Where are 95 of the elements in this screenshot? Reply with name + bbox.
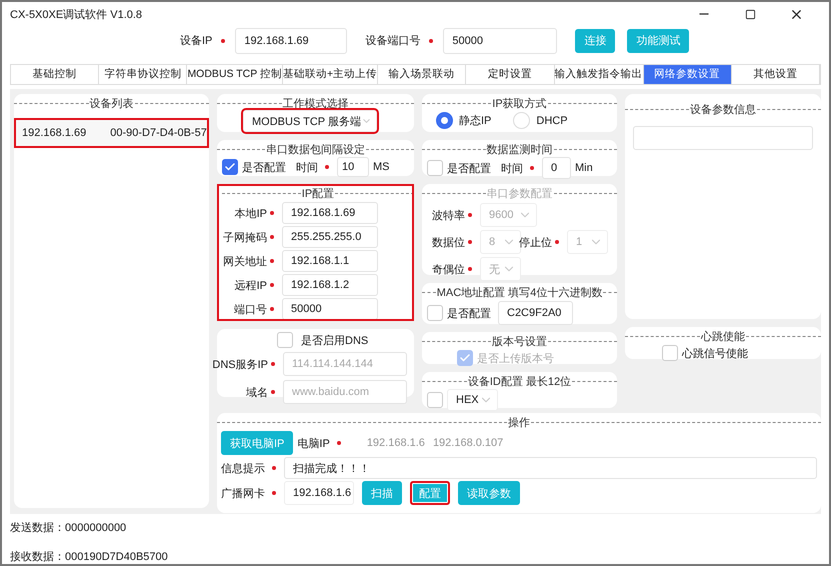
input-field[interactable]: 0	[542, 157, 571, 179]
input-field[interactable]: 255.255.255.0	[282, 226, 378, 248]
input-field[interactable]: 192.168.1.69	[282, 202, 378, 224]
checkbox[interactable]	[662, 345, 678, 361]
field-label: 电脑IP	[297, 436, 330, 450]
section-title: 操作	[508, 416, 530, 430]
required-dot-icon	[271, 390, 275, 394]
checkbox[interactable]	[427, 160, 443, 176]
input-field[interactable]: 114.114.144.144	[283, 352, 407, 376]
required-dot-icon	[468, 240, 472, 244]
dropdown[interactable]: MODBUS TCP 服务端	[243, 110, 377, 132]
input-field[interactable]: 192.168.1.2	[282, 274, 378, 296]
field-label: 远程IP	[234, 278, 267, 292]
field-label: 本地IP	[234, 206, 267, 220]
field-label: 时间	[501, 162, 523, 176]
input-field[interactable]: 50000	[443, 28, 558, 54]
tab[interactable]: 网络参数设置	[644, 64, 732, 84]
section-title: 设备列表	[90, 97, 134, 111]
checkbox-label: 是否上传版本号	[477, 352, 554, 366]
field-label: 设备端口号	[365, 34, 420, 48]
required-dot-icon	[336, 441, 341, 445]
required-dot-icon	[468, 267, 472, 271]
section-title: 设备参数信息	[690, 103, 756, 117]
required-dot-icon	[325, 165, 329, 169]
section-title: IP获取方式	[492, 96, 547, 111]
required-dot-icon	[270, 211, 274, 215]
field-label: DNS服务IP	[212, 358, 268, 372]
field-label: 信息提示	[221, 462, 265, 476]
status-text: 接收数据：000190D7D40B5700	[10, 550, 169, 564]
status-text: 发送数据：0000000000	[10, 521, 128, 535]
input-field[interactable]: C2C9F2A0	[498, 301, 573, 325]
checkbox-label: 是否配置	[242, 160, 286, 174]
required-dot-icon	[270, 235, 274, 239]
required-dot-icon	[270, 259, 274, 263]
field-label: 停止位	[519, 236, 552, 250]
input-field[interactable]: 10	[337, 157, 369, 177]
radio-button[interactable]	[436, 112, 453, 129]
radio-label: 静态IP	[459, 114, 492, 128]
section-title: 串口参数配置	[486, 187, 552, 201]
tab[interactable]: MODBUS TCP 控制	[187, 64, 283, 84]
ip-text: 192.168.0.107	[432, 437, 504, 449]
unit-label: MS	[373, 161, 390, 173]
field-label: 时间	[296, 160, 318, 174]
required-dot-icon	[221, 38, 226, 43]
field-label: 网关地址	[223, 254, 267, 268]
window-title: CX-5X0XE调试软件 V1.0.8	[10, 8, 144, 22]
tab[interactable]: 基础联动+主动上传	[282, 64, 378, 84]
radio-label: DHCP	[536, 114, 568, 126]
required-dot-icon	[270, 307, 274, 311]
required-dot-icon	[272, 466, 276, 470]
maximize-icon[interactable]	[744, 8, 756, 20]
field-label: 奇偶位	[432, 262, 465, 276]
input-field[interactable]: 50000	[282, 298, 378, 320]
field-label: 子网掩码	[223, 230, 267, 244]
check-icon	[224, 161, 236, 173]
required-dot-icon	[270, 283, 274, 287]
field-label: 数据位	[432, 236, 465, 250]
required-dot-icon	[271, 362, 275, 366]
section-title: IP配置	[302, 187, 334, 201]
section-title: 设备ID配置 最长12位	[468, 375, 572, 389]
checkbox-label: 心跳信号使能	[682, 346, 748, 360]
field-label: 端口号	[234, 302, 267, 316]
section-title: 版本号设置	[492, 335, 547, 349]
field-label: 设备IP	[180, 34, 212, 48]
checkbox-label: 是否配置	[447, 162, 491, 176]
tab[interactable]: 输入触发指令输出	[554, 64, 644, 84]
checkbox[interactable]	[427, 392, 443, 408]
dropdown[interactable]: HEX	[447, 389, 498, 411]
field-label: 域名	[246, 386, 268, 400]
section-title: 心跳使能	[701, 330, 745, 344]
field-label: 波特率	[432, 208, 465, 222]
dropdown[interactable]: 192.168.1.6	[284, 481, 354, 505]
required-dot-icon	[555, 240, 559, 244]
required-dot-icon	[272, 491, 276, 495]
checkbox[interactable]	[427, 305, 443, 321]
checkbox[interactable]	[277, 332, 293, 348]
ip-text: 192.168.1.6	[366, 437, 425, 449]
input-field[interactable]: www.baidu.com	[283, 380, 407, 404]
check-icon	[459, 352, 471, 364]
required-dot-icon	[530, 166, 534, 170]
checkbox-label: 是否配置	[447, 306, 491, 320]
checkbox-label: 是否启用DNS	[301, 334, 368, 348]
section-title: 数据监测时间	[486, 143, 552, 157]
section-title: 串口数据包间隔设定	[266, 142, 365, 157]
device-list-item[interactable]: 192.168.1.69 00-90-D7-D4-0B-57	[14, 118, 209, 148]
checkbox[interactable]	[222, 159, 238, 175]
unit-label: Min	[575, 162, 593, 174]
section-title: MAC地址配置 填写4位十六进制数	[436, 286, 602, 300]
section-title: 工作模式选择	[282, 97, 348, 111]
input-field[interactable]: 192.168.1.1	[282, 250, 378, 272]
required-dot-icon	[468, 213, 472, 217]
message-field[interactable]: 扫描完成！！！	[284, 457, 817, 479]
field-label: 广播网卡	[221, 486, 265, 500]
required-dot-icon	[429, 38, 434, 43]
input-field[interactable]: 192.168.1.69	[235, 28, 348, 54]
